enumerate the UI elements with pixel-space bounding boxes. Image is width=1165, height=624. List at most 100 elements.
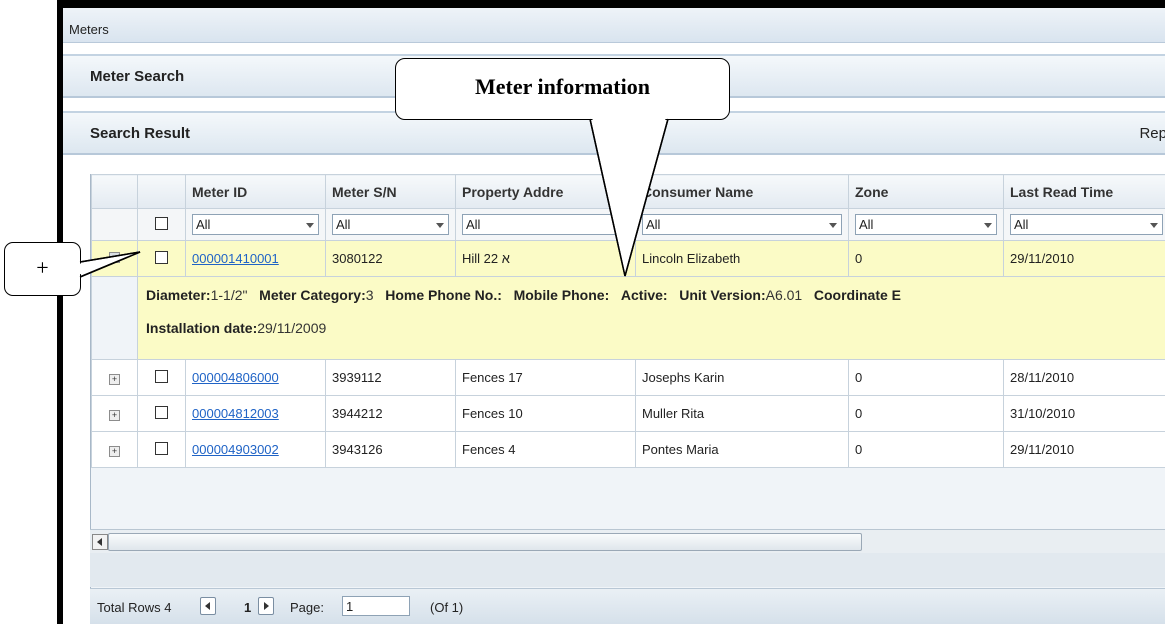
filter-meter-id-dropdown[interactable]: All bbox=[192, 214, 319, 235]
select-cell bbox=[137, 359, 186, 396]
select-col-header bbox=[137, 174, 186, 209]
col-meter-sn[interactable]: Meter S/N bbox=[325, 174, 456, 209]
chevron-down-icon bbox=[984, 223, 992, 228]
expand-icon[interactable]: + bbox=[109, 446, 120, 457]
zone-cell: 0 bbox=[848, 431, 1004, 468]
unit-version-label: Unit Version: bbox=[679, 287, 766, 303]
row-checkbox[interactable] bbox=[155, 369, 168, 383]
last-read-cell: 31/10/2010 bbox=[1003, 395, 1165, 432]
collapse-icon[interactable] bbox=[109, 252, 120, 263]
meter-id-cell: 000004806000 bbox=[185, 359, 326, 396]
table-row[interactable]: + 000004806000 3939112 Fences 17 Josephs… bbox=[91, 359, 1165, 396]
expand-callout: + bbox=[4, 242, 81, 296]
select-cell bbox=[137, 431, 186, 468]
filter-meter-id-cell: All bbox=[185, 208, 326, 241]
scroll-left-button[interactable] bbox=[92, 534, 108, 550]
filter-zone-dropdown[interactable]: All bbox=[855, 214, 997, 235]
col-consumer-name[interactable]: Consumer Name bbox=[635, 174, 849, 209]
next-page-button[interactable] bbox=[258, 597, 274, 615]
prev-page-button[interactable] bbox=[200, 597, 216, 615]
detail-line-2: Installation date:29/11/2009 bbox=[146, 320, 1163, 336]
zone-cell: 0 bbox=[848, 395, 1004, 432]
consumer-cell: Lincoln Elizabeth bbox=[635, 240, 849, 277]
installation-date-label: Installation date: bbox=[146, 320, 258, 336]
select-cell bbox=[137, 395, 186, 432]
filter-meter-sn-cell: All bbox=[325, 208, 456, 241]
chevron-down-icon bbox=[829, 223, 837, 228]
filter-value: All bbox=[646, 217, 661, 232]
filter-address-dropdown[interactable]: All bbox=[462, 214, 629, 235]
mobile-phone-label: Mobile Phone: bbox=[513, 287, 610, 303]
expand-col-header bbox=[91, 174, 138, 209]
installation-date-value: 29/11/2009 bbox=[257, 320, 327, 336]
category-label: Meter Category: bbox=[259, 287, 366, 303]
table-row[interactable]: + 000004903002 3943126 Fences 4 Pontes M… bbox=[91, 431, 1165, 468]
row-checkbox[interactable] bbox=[155, 405, 168, 419]
expand-cell: + bbox=[91, 359, 138, 396]
meter-id-link[interactable]: 000004903002 bbox=[192, 442, 279, 457]
meter-search-title: Meter Search bbox=[90, 68, 185, 85]
chevron-down-icon bbox=[1150, 223, 1158, 228]
row-checkbox[interactable] bbox=[155, 250, 168, 264]
select-cell bbox=[137, 240, 186, 277]
col-property-address[interactable]: Property Addre bbox=[455, 174, 636, 209]
zone-cell: 0 bbox=[848, 359, 1004, 396]
meter-id-link[interactable]: 000004806000 bbox=[192, 370, 279, 385]
current-page-number: 1 bbox=[244, 600, 252, 615]
table-row[interactable]: 000001410001 3080122 Hill 22 א Lincoln E… bbox=[91, 240, 1165, 277]
filter-value: All bbox=[466, 217, 481, 232]
unit-version-value: A6.01 bbox=[765, 287, 803, 303]
filter-last-read-dropdown[interactable]: All bbox=[1010, 214, 1163, 235]
col-zone[interactable]: Zone bbox=[848, 174, 1004, 209]
filter-consumer-cell: All bbox=[635, 208, 849, 241]
empty-grid-row bbox=[90, 553, 1165, 587]
meter-id-link[interactable]: 000001410001 bbox=[192, 251, 279, 266]
row-checkbox[interactable] bbox=[155, 441, 168, 455]
filter-value: All bbox=[196, 217, 211, 232]
address-cell: Fences 4 bbox=[455, 431, 636, 468]
meter-id-cell: 000004812003 bbox=[185, 395, 326, 432]
pager: Total Rows 4 1 Page: 1 (Of 1) bbox=[90, 588, 1165, 624]
detail-row: Diameter:1-1/2" Meter Category:3 Home Ph… bbox=[91, 276, 1165, 360]
address-cell: Hill 22 א bbox=[455, 240, 636, 277]
zone-cell: 0 bbox=[848, 240, 1004, 277]
meter-id-cell: 000004903002 bbox=[185, 431, 326, 468]
page-input[interactable]: 1 bbox=[342, 596, 410, 616]
category-value: 3 bbox=[365, 287, 374, 303]
chevron-down-icon bbox=[306, 223, 314, 228]
home-phone-label: Home Phone No.: bbox=[385, 287, 502, 303]
meter-id-link[interactable]: 000004812003 bbox=[192, 406, 279, 421]
expand-cell bbox=[91, 240, 138, 277]
filter-value: All bbox=[336, 217, 351, 232]
meter-details: Diameter:1-1/2" Meter Category:3 Home Ph… bbox=[137, 276, 1165, 360]
page-of-label: (Of 1) bbox=[430, 600, 464, 615]
select-all-checkbox[interactable] bbox=[155, 216, 168, 230]
total-rows-label: Total Rows 4 bbox=[97, 600, 172, 615]
filter-row: All All All All All All bbox=[91, 208, 1165, 241]
chevron-down-icon bbox=[616, 223, 624, 228]
scroll-thumb[interactable] bbox=[108, 533, 862, 551]
filter-meter-sn-dropdown[interactable]: All bbox=[332, 214, 449, 235]
horizontal-scrollbar[interactable] bbox=[90, 529, 1165, 554]
col-meter-id[interactable]: Meter ID bbox=[185, 174, 326, 209]
meter-sn-cell: 3944212 bbox=[325, 395, 456, 432]
results-table: Meter ID Meter S/N Property Addre Consum… bbox=[91, 174, 1165, 468]
filter-address-cell: All bbox=[455, 208, 636, 241]
meter-sn-cell: 3939112 bbox=[325, 359, 456, 396]
filter-last-read-cell: All bbox=[1003, 208, 1165, 241]
col-last-read-time[interactable]: Last Read Time bbox=[1003, 174, 1165, 209]
address-cell: Fences 10 bbox=[455, 395, 636, 432]
active-label: Active: bbox=[620, 287, 668, 303]
consumer-cell: Muller Rita bbox=[635, 395, 849, 432]
meter-sn-cell: 3943126 bbox=[325, 431, 456, 468]
filter-consumer-dropdown[interactable]: All bbox=[642, 214, 842, 235]
expand-cell: + bbox=[91, 431, 138, 468]
last-read-cell: 29/11/2010 bbox=[1003, 240, 1165, 277]
table-row[interactable]: + 000004812003 3944212 Fences 10 Muller … bbox=[91, 395, 1165, 432]
meter-sn-cell: 3080122 bbox=[325, 240, 456, 277]
address-cell: Fences 17 bbox=[455, 359, 636, 396]
search-result-title: Search Result bbox=[90, 125, 191, 142]
expand-icon[interactable]: + bbox=[109, 374, 120, 385]
expand-icon[interactable]: + bbox=[109, 410, 120, 421]
report-link[interactable]: Rep bbox=[1139, 125, 1165, 142]
